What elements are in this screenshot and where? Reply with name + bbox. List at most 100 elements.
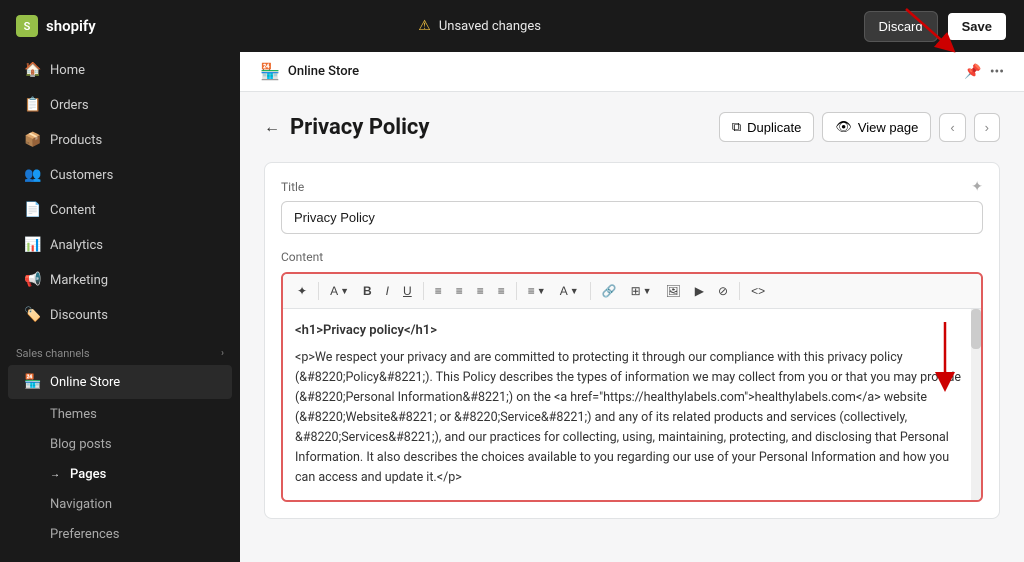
sidebar-item-marketing[interactable]: 📢 Marketing bbox=[8, 263, 232, 297]
analytics-icon: 📊 bbox=[24, 237, 40, 253]
sales-channels-label: Sales channels › bbox=[0, 333, 240, 364]
editor-body[interactable]: <h1>Privacy policy</h1> <p>We respect yo… bbox=[283, 309, 981, 500]
active-arrow-icon: → bbox=[50, 469, 60, 480]
sidebar-item-point-of-sale[interactable]: 🛒 Point of Sale bbox=[8, 555, 232, 562]
blog-posts-label: Blog posts bbox=[50, 437, 112, 452]
back-button[interactable]: ← bbox=[264, 117, 280, 137]
content-icon: 📄 bbox=[24, 202, 40, 218]
sidebar-item-orders[interactable]: 📋 Orders bbox=[8, 88, 232, 122]
toolbar-align-center-btn[interactable]: ≡ bbox=[450, 280, 469, 302]
sidebar-sub-blog-posts[interactable]: Blog posts bbox=[8, 430, 232, 459]
topbar-left: S shopify bbox=[16, 15, 96, 37]
toolbar-source-btn[interactable]: <> bbox=[745, 280, 771, 302]
unsaved-label: Unsaved changes bbox=[439, 19, 541, 34]
sidebar: 🏠 Home 📋 Orders 📦 Products 👥 Customers 📄… bbox=[0, 52, 240, 562]
sidebar-item-online-store[interactable]: 🏪 Online Store bbox=[8, 365, 232, 399]
content-field-label: Content bbox=[281, 250, 983, 264]
unsaved-changes-banner: ⚠ Unsaved changes bbox=[418, 18, 541, 34]
shopify-logo: S shopify bbox=[16, 15, 96, 37]
sidebar-item-analytics[interactable]: 📊 Analytics bbox=[8, 228, 232, 262]
sidebar-item-home-label: Home bbox=[50, 63, 85, 78]
toolbar-font-family-btn[interactable]: A ▼ bbox=[324, 280, 355, 302]
toolbar-bold-btn[interactable]: B bbox=[357, 280, 378, 302]
expand-icon[interactable]: › bbox=[221, 348, 224, 359]
view-page-button[interactable]: 👁 View page bbox=[822, 112, 931, 142]
sidebar-item-home[interactable]: 🏠 Home bbox=[8, 53, 232, 87]
toolbar-align-right-btn[interactable]: ≡ bbox=[471, 280, 490, 302]
toolbar-sep-5 bbox=[739, 282, 740, 300]
nav-prev-button[interactable]: ‹ bbox=[939, 113, 965, 142]
page-title: Privacy Policy bbox=[290, 115, 429, 140]
content-header: 🏪 Online Store 📌 ••• bbox=[240, 52, 1024, 92]
themes-label: Themes bbox=[50, 407, 97, 422]
topbar-actions: Discard Save bbox=[864, 11, 1008, 42]
sidebar-item-orders-label: Orders bbox=[50, 98, 89, 113]
sidebar-item-customers-label: Customers bbox=[50, 168, 113, 183]
pages-label: Pages bbox=[70, 467, 106, 482]
toolbar-sep-3 bbox=[516, 282, 517, 300]
title-field-label: Title ✦ bbox=[281, 179, 983, 195]
sparkle-icon[interactable]: ✦ bbox=[971, 179, 983, 195]
editor-card: Title ✦ Content ✦ A ▼ B I U ≡ bbox=[264, 162, 1000, 519]
toolbar-sep-1 bbox=[318, 282, 319, 300]
sidebar-item-customers[interactable]: 👥 Customers bbox=[8, 158, 232, 192]
customers-icon: 👥 bbox=[24, 167, 40, 183]
scrollbar-thumb[interactable] bbox=[971, 309, 981, 349]
toolbar-text-align-btn[interactable]: ≡ ▼ bbox=[522, 280, 552, 302]
shopify-bag-icon: S bbox=[16, 15, 38, 37]
title-input[interactable] bbox=[281, 201, 983, 234]
toolbar-video-btn[interactable]: ▶ bbox=[689, 280, 710, 302]
header-store-icon: 🏪 bbox=[260, 62, 280, 81]
toolbar-align-justify-btn[interactable]: ≡ bbox=[492, 280, 511, 302]
sidebar-item-online-store-label: Online Store bbox=[50, 375, 120, 390]
orders-icon: 📋 bbox=[24, 97, 40, 113]
nav-next-button[interactable]: › bbox=[974, 113, 1000, 142]
pin-icon[interactable]: 📌 bbox=[964, 64, 981, 80]
discounts-icon: 🏷️ bbox=[24, 307, 40, 323]
toolbar-sep-2 bbox=[423, 282, 424, 300]
main-layout: 🏠 Home 📋 Orders 📦 Products 👥 Customers 📄… bbox=[0, 52, 1024, 562]
sidebar-item-discounts[interactable]: 🏷️ Discounts bbox=[8, 298, 232, 332]
editor-body-wrapper: <h1>Privacy policy</h1> <p>We respect yo… bbox=[283, 309, 981, 500]
toolbar-clear-btn[interactable]: ⊘ bbox=[712, 280, 734, 302]
navigation-label: Navigation bbox=[50, 497, 112, 512]
discard-button[interactable]: Discard bbox=[864, 11, 938, 42]
toolbar-text-color-btn[interactable]: A ▼ bbox=[554, 280, 585, 302]
shopify-name: shopify bbox=[46, 17, 96, 35]
sidebar-sub-pages[interactable]: → Pages bbox=[8, 460, 232, 489]
page-title-row: ← Privacy Policy ⧉ Duplicate 👁 View page… bbox=[264, 112, 1000, 142]
sidebar-item-analytics-label: Analytics bbox=[50, 238, 103, 253]
preferences-label: Preferences bbox=[50, 527, 119, 542]
duplicate-icon: ⧉ bbox=[732, 119, 741, 135]
sidebar-item-products[interactable]: 📦 Products bbox=[8, 123, 232, 157]
eye-icon: 👁 bbox=[835, 119, 852, 135]
sidebar-item-content[interactable]: 📄 Content bbox=[8, 193, 232, 227]
sidebar-sub-navigation[interactable]: Navigation bbox=[8, 490, 232, 519]
header-store-title: Online Store bbox=[288, 64, 359, 79]
more-options-icon[interactable]: ••• bbox=[990, 64, 1004, 80]
duplicate-button[interactable]: ⧉ Duplicate bbox=[719, 112, 815, 142]
products-icon: 📦 bbox=[24, 132, 40, 148]
scrollbar-track[interactable] bbox=[971, 309, 981, 500]
toolbar-italic-btn[interactable]: I bbox=[380, 280, 395, 302]
sidebar-sub-themes[interactable]: Themes bbox=[8, 400, 232, 429]
toolbar-underline-btn[interactable]: U bbox=[397, 280, 418, 302]
toolbar-align-left-btn[interactable]: ≡ bbox=[429, 280, 448, 302]
sidebar-sub-preferences[interactable]: Preferences bbox=[8, 520, 232, 549]
page-content: ← Privacy Policy ⧉ Duplicate 👁 View page… bbox=[240, 92, 1024, 562]
sidebar-item-marketing-label: Marketing bbox=[50, 273, 108, 288]
toolbar-sep-4 bbox=[590, 282, 591, 300]
rich-text-editor: ✦ A ▼ B I U ≡ ≡ ≡ ≡ ≡ ▼ A ▼ bbox=[281, 272, 983, 502]
page-title-left: ← Privacy Policy bbox=[264, 115, 429, 140]
toolbar-link-btn[interactable]: 🔗 bbox=[596, 280, 623, 302]
home-icon: 🏠 bbox=[24, 62, 40, 78]
toolbar-image-btn[interactable]: 🖼 bbox=[660, 280, 687, 302]
page-actions: ⧉ Duplicate 👁 View page ‹ › bbox=[719, 112, 1000, 142]
sidebar-item-content-label: Content bbox=[50, 203, 96, 218]
marketing-icon: 📢 bbox=[24, 272, 40, 288]
warning-icon: ⚠ bbox=[418, 18, 431, 34]
topbar: S shopify ⚠ Unsaved changes Discard Save bbox=[0, 0, 1024, 52]
toolbar-table-btn[interactable]: ⊞ ▼ bbox=[625, 280, 658, 302]
save-button[interactable]: Save bbox=[946, 11, 1008, 42]
toolbar-magic-btn[interactable]: ✦ bbox=[291, 280, 313, 302]
